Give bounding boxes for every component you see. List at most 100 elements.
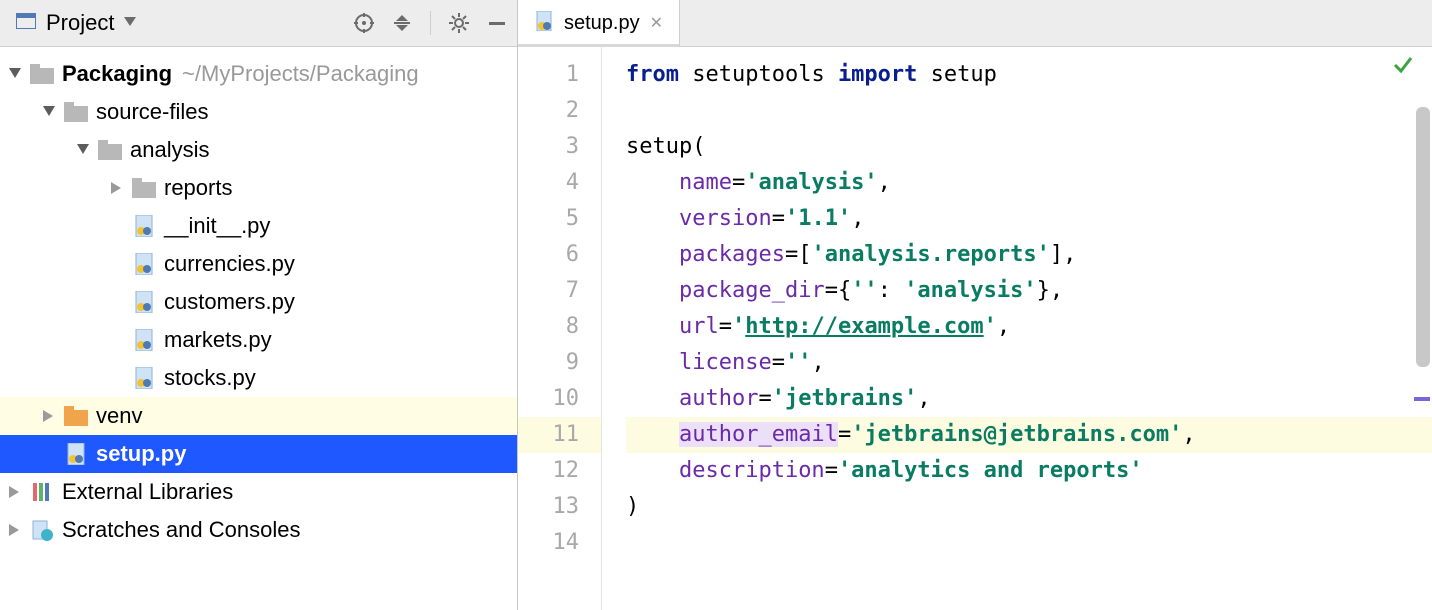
tree-node-external-libraries[interactable]: External Libraries	[0, 473, 517, 511]
line-number[interactable]: 1	[518, 57, 601, 93]
code-line[interactable]	[626, 525, 1432, 561]
line-number[interactable]: 6	[518, 237, 601, 273]
collapse-all-icon[interactable]	[392, 13, 412, 33]
folder-icon	[98, 138, 122, 162]
tree-node-analysis[interactable]: analysis	[0, 131, 517, 169]
tree-label: currencies.py	[164, 251, 295, 277]
line-number[interactable]: 11	[518, 417, 601, 453]
analysis-ok-icon[interactable]	[1392, 53, 1414, 81]
line-number[interactable]: 10	[518, 381, 601, 417]
tree-node-customers-py[interactable]: customers.py	[0, 283, 517, 321]
tree-path: ~/MyProjects/Packaging	[182, 61, 419, 87]
line-number[interactable]: 7	[518, 273, 601, 309]
line-number[interactable]: 14	[518, 525, 601, 561]
line-number[interactable]: 13	[518, 489, 601, 525]
line-number[interactable]: 12	[518, 453, 601, 489]
editor-area: setup.py ✕ 1 2 3 4 5 6 7 8 9 10 11 12 13…	[518, 0, 1432, 610]
tree-label: __init__.py	[164, 213, 270, 239]
folder-icon	[132, 176, 156, 200]
gear-icon[interactable]	[449, 13, 469, 33]
project-view-selector[interactable]: Project	[16, 10, 346, 36]
tree-label: External Libraries	[62, 479, 233, 505]
python-file-icon	[64, 442, 88, 466]
project-toolbar: Project	[0, 0, 517, 47]
code-line[interactable]: setup(	[626, 129, 1432, 165]
toolbar-separator	[430, 11, 431, 35]
tree-node-currencies-py[interactable]: currencies.py	[0, 245, 517, 283]
chevron-right-icon[interactable]	[40, 407, 58, 425]
line-number[interactable]: 4	[518, 165, 601, 201]
chevron-right-icon[interactable]	[6, 483, 24, 501]
folder-icon	[64, 404, 88, 428]
gutter: 1 2 3 4 5 6 7 8 9 10 11 12 13 14	[518, 47, 602, 610]
code-line[interactable]: packages=['analysis.reports'],	[626, 237, 1432, 273]
project-tree[interactable]: Packaging ~/MyProjects/Packaging source-…	[0, 47, 517, 610]
python-file-icon	[534, 11, 554, 36]
tree-label: Scratches and Consoles	[62, 517, 300, 543]
folder-icon	[30, 62, 54, 86]
code-line[interactable]: )	[626, 489, 1432, 525]
code-content[interactable]: from setuptools import setup setup( name…	[602, 47, 1432, 610]
line-number[interactable]: 9	[518, 345, 601, 381]
scrollbar-thumb[interactable]	[1416, 107, 1430, 367]
tree-node-init-py[interactable]: __init__.py	[0, 207, 517, 245]
editor-scrollbar[interactable]	[1416, 107, 1430, 590]
python-file-icon	[132, 290, 156, 314]
tab-label: setup.py	[564, 12, 640, 35]
code-line[interactable]: author_email='jetbrains@jetbrains.com',	[626, 417, 1432, 453]
tree-node-reports[interactable]: reports	[0, 169, 517, 207]
tree-node-venv[interactable]: venv	[0, 397, 517, 435]
code-editor[interactable]: 1 2 3 4 5 6 7 8 9 10 11 12 13 14 from se…	[518, 47, 1432, 610]
chevron-down-icon[interactable]	[40, 103, 58, 121]
code-line[interactable]: author='jetbrains',	[626, 381, 1432, 417]
python-file-icon	[132, 214, 156, 238]
code-line[interactable]: description='analytics and reports'	[626, 453, 1432, 489]
code-line[interactable]: name='analysis',	[626, 165, 1432, 201]
code-line[interactable]: from setuptools import setup	[626, 57, 1432, 93]
chevron-down-icon	[124, 14, 136, 32]
tree-node-stocks-py[interactable]: stocks.py	[0, 359, 517, 397]
scratches-icon	[30, 518, 54, 542]
close-icon[interactable]: ✕	[650, 13, 663, 33]
tree-label: venv	[96, 403, 142, 429]
tree-label: setup.py	[96, 441, 186, 467]
line-number[interactable]: 2	[518, 93, 601, 129]
code-line[interactable]: package_dir={'': 'analysis'},	[626, 273, 1432, 309]
line-number[interactable]: 3	[518, 129, 601, 165]
project-tool-window: Project	[0, 0, 518, 610]
tree-node-setup-py[interactable]: setup.py	[0, 435, 517, 473]
tree-label: customers.py	[164, 289, 295, 315]
tree-label: stocks.py	[164, 365, 256, 391]
code-line[interactable]: version='1.1',	[626, 201, 1432, 237]
project-view-label: Project	[46, 10, 114, 36]
chevron-down-icon[interactable]	[74, 141, 92, 159]
tab-setup-py[interactable]: setup.py ✕	[518, 0, 680, 46]
tree-node-packaging[interactable]: Packaging ~/MyProjects/Packaging	[0, 55, 517, 93]
project-window-icon	[16, 13, 36, 34]
ide-root: Project	[0, 0, 1432, 610]
code-line[interactable]: license='',	[626, 345, 1432, 381]
tree-node-scratches[interactable]: Scratches and Consoles	[0, 511, 517, 549]
code-line[interactable]: url='http://example.com',	[626, 309, 1432, 345]
python-file-icon	[132, 328, 156, 352]
chevron-right-icon[interactable]	[6, 521, 24, 539]
line-number[interactable]: 8	[518, 309, 601, 345]
chevron-right-icon[interactable]	[108, 179, 126, 197]
tree-node-source-files[interactable]: source-files	[0, 93, 517, 131]
line-number[interactable]: 5	[518, 201, 601, 237]
tree-label: Packaging	[62, 61, 172, 87]
editor-tabs: setup.py ✕	[518, 0, 1432, 47]
tree-label: reports	[164, 175, 232, 201]
chevron-down-icon[interactable]	[6, 65, 24, 83]
libraries-icon	[30, 480, 54, 504]
folder-icon	[64, 100, 88, 124]
tree-node-markets-py[interactable]: markets.py	[0, 321, 517, 359]
hide-icon[interactable]	[487, 13, 507, 33]
tree-label: source-files	[96, 99, 208, 125]
tree-label: analysis	[130, 137, 209, 163]
locate-icon[interactable]	[354, 13, 374, 33]
caret-marker	[1414, 397, 1430, 401]
code-line[interactable]	[626, 93, 1432, 129]
python-file-icon	[132, 252, 156, 276]
project-toolbar-actions	[354, 11, 507, 35]
